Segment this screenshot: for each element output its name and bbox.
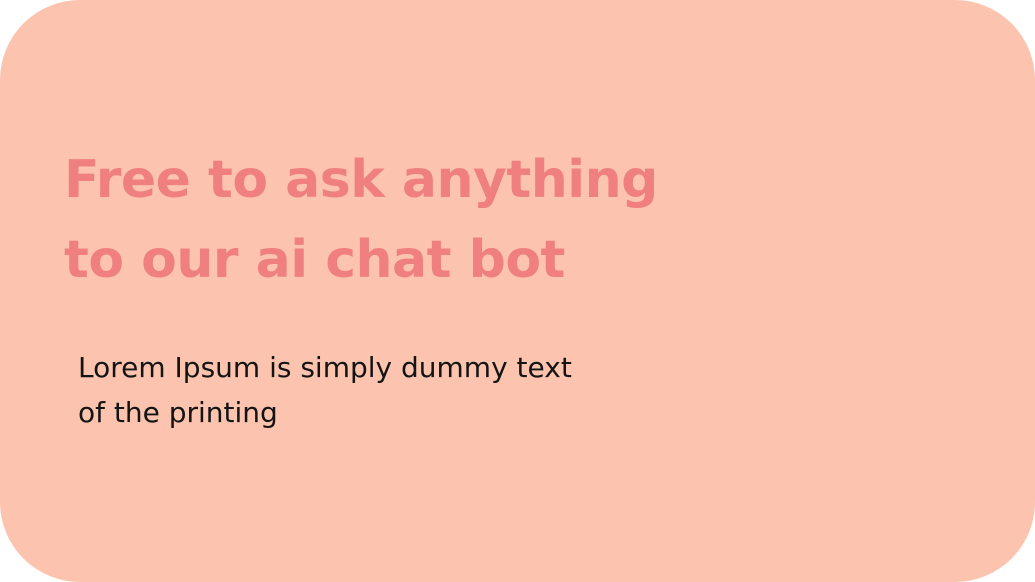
description-text: Lorem Ipsum is simply dummy text of the …: [78, 345, 638, 435]
description-line-1: Lorem Ipsum is simply dummy text: [78, 351, 572, 384]
promo-card: Free to ask anything to our ai chat bot …: [0, 0, 1035, 582]
headline-line-1: Free to ask anything: [64, 150, 658, 210]
headline-line-2: to our ai chat bot: [64, 230, 565, 290]
headline: Free to ask anything to our ai chat bot: [64, 140, 704, 300]
description-line-2: of the printing: [78, 396, 278, 429]
